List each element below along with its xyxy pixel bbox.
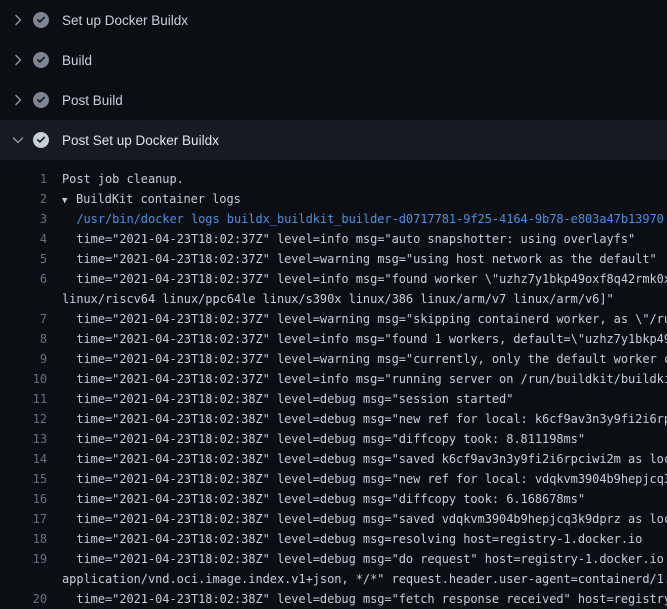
step-label: Build [62,53,92,68]
log-row: 18 time="2021-04-23T18:02:38Z" level=deb… [0,529,667,549]
log-line-number[interactable]: 10 [0,369,47,389]
log-line-number[interactable]: 17 [0,509,47,529]
log-line-text: time="2021-04-23T18:02:38Z" level=debug … [62,409,667,429]
step-label: Set up Docker Buildx [62,13,188,28]
log-line-number[interactable]: 20 [0,589,47,609]
log-line-number[interactable]: 12 [0,409,47,429]
log-line-text: linux/riscv64 linux/ppc64le linux/s390x … [62,289,614,309]
log-line-number[interactable]: 2 [0,189,47,209]
log-line-text: time="2021-04-23T18:02:38Z" level=debug … [62,469,667,489]
log-line-text: ▼BuildKit container logs [62,189,241,209]
log-line-number[interactable]: 18 [0,529,47,549]
log-row: 6 time="2021-04-23T18:02:37Z" level=info… [0,269,667,289]
check-circle-icon [33,132,49,148]
log-row: 13 time="2021-04-23T18:02:38Z" level=deb… [0,429,667,449]
chevron-right-icon[interactable] [10,92,26,108]
log-viewer: 1 Post job cleanup. 2 ▼BuildKit containe… [0,160,667,609]
chevron-down-icon[interactable] [10,132,26,148]
log-line-number[interactable]: 7 [0,309,47,329]
log-line-text: time="2021-04-23T18:02:37Z" level=info m… [62,229,635,249]
log-line-number[interactable] [0,289,47,309]
log-line-text: time="2021-04-23T18:02:38Z" level=debug … [62,429,585,449]
log-line-text: time="2021-04-23T18:02:37Z" level=warnin… [62,309,667,329]
log-row: 20 time="2021-04-23T18:02:38Z" level=deb… [0,589,667,609]
log-line-text: /usr/bin/docker logs buildx_buildkit_bui… [62,209,664,229]
check-circle-icon [33,92,49,108]
log-row: 17 time="2021-04-23T18:02:38Z" level=deb… [0,509,667,529]
log-line-text: time="2021-04-23T18:02:37Z" level=info m… [62,329,667,349]
log-line-number[interactable]: 9 [0,349,47,369]
log-line-text: time="2021-04-23T18:02:37Z" level=info m… [62,269,667,289]
log-line-number[interactable]: 14 [0,449,47,469]
step-label: Post Set up Docker Buildx [62,133,219,148]
log-line-number[interactable]: 8 [0,329,47,349]
log-line-number[interactable]: 5 [0,249,47,269]
log-row: 9 time="2021-04-23T18:02:37Z" level=warn… [0,349,667,369]
check-circle-icon [33,12,49,28]
log-line-number[interactable]: 4 [0,229,47,249]
log-row: 1 Post job cleanup. [0,169,667,189]
log-rows: 1 Post job cleanup. 2 ▼BuildKit containe… [0,169,667,609]
log-row: 14 time="2021-04-23T18:02:38Z" level=deb… [0,449,667,469]
log-line-number[interactable]: 16 [0,489,47,509]
log-row: 11 time="2021-04-23T18:02:38Z" level=deb… [0,389,667,409]
step-row-build[interactable]: Build [0,40,667,80]
log-line-number[interactable] [0,569,47,589]
log-line-text: time="2021-04-23T18:02:38Z" level=debug … [62,449,667,469]
step-list: Set up Docker Buildx Build Post Build Po… [0,0,667,160]
log-line-number[interactable]: 19 [0,549,47,569]
log-row: 12 time="2021-04-23T18:02:38Z" level=deb… [0,409,667,429]
log-row: 8 time="2021-04-23T18:02:37Z" level=info… [0,329,667,349]
log-line-text: time="2021-04-23T18:02:37Z" level=info m… [62,369,667,389]
step-row-set-up-docker-buildx[interactable]: Set up Docker Buildx [0,0,667,40]
log-line-text: time="2021-04-23T18:02:38Z" level=debug … [62,509,667,529]
log-line-text: time="2021-04-23T18:02:38Z" level=debug … [62,529,642,549]
log-line-text: time="2021-04-23T18:02:38Z" level=debug … [62,589,667,609]
step-label: Post Build [62,93,123,108]
chevron-right-icon[interactable] [10,12,26,28]
log-row: 19 time="2021-04-23T18:02:38Z" level=deb… [0,549,667,569]
log-row: 16 time="2021-04-23T18:02:38Z" level=deb… [0,489,667,509]
log-row: linux/riscv64 linux/ppc64le linux/s390x … [0,289,667,309]
step-row-post-set-up-docker-buildx[interactable]: Post Set up Docker Buildx [0,120,667,160]
log-line-text: time="2021-04-23T18:02:38Z" level=debug … [62,389,513,409]
step-row-post-build[interactable]: Post Build [0,80,667,120]
log-line-number[interactable]: 15 [0,469,47,489]
log-row: application/vnd.oci.image.index.v1+json,… [0,569,667,589]
check-circle-icon [33,52,49,68]
log-line-text: Post job cleanup. [62,169,184,189]
log-row: 3 /usr/bin/docker logs buildx_buildkit_b… [0,209,667,229]
log-row: 10 time="2021-04-23T18:02:37Z" level=inf… [0,369,667,389]
log-line-number[interactable]: 11 [0,389,47,409]
log-line-text: time="2021-04-23T18:02:37Z" level=warnin… [62,249,657,269]
log-line-number[interactable]: 13 [0,429,47,449]
log-line-text: time="2021-04-23T18:02:37Z" level=warnin… [62,349,667,369]
log-line-text: time="2021-04-23T18:02:38Z" level=debug … [62,489,585,509]
log-line-text: time="2021-04-23T18:02:38Z" level=debug … [62,549,667,569]
log-line-text: application/vnd.oci.image.index.v1+json,… [62,569,667,589]
log-line-number[interactable]: 3 [0,209,47,229]
log-row: 5 time="2021-04-23T18:02:37Z" level=warn… [0,249,667,269]
chevron-right-icon[interactable] [10,52,26,68]
log-line-number[interactable]: 6 [0,269,47,289]
log-row: 4 time="2021-04-23T18:02:37Z" level=info… [0,229,667,249]
log-row: 2 ▼BuildKit container logs [0,189,667,209]
log-group-triangle-icon[interactable]: ▼ [62,191,76,209]
log-line-number[interactable]: 1 [0,169,47,189]
log-row: 15 time="2021-04-23T18:02:38Z" level=deb… [0,469,667,489]
log-row: 7 time="2021-04-23T18:02:37Z" level=warn… [0,309,667,329]
